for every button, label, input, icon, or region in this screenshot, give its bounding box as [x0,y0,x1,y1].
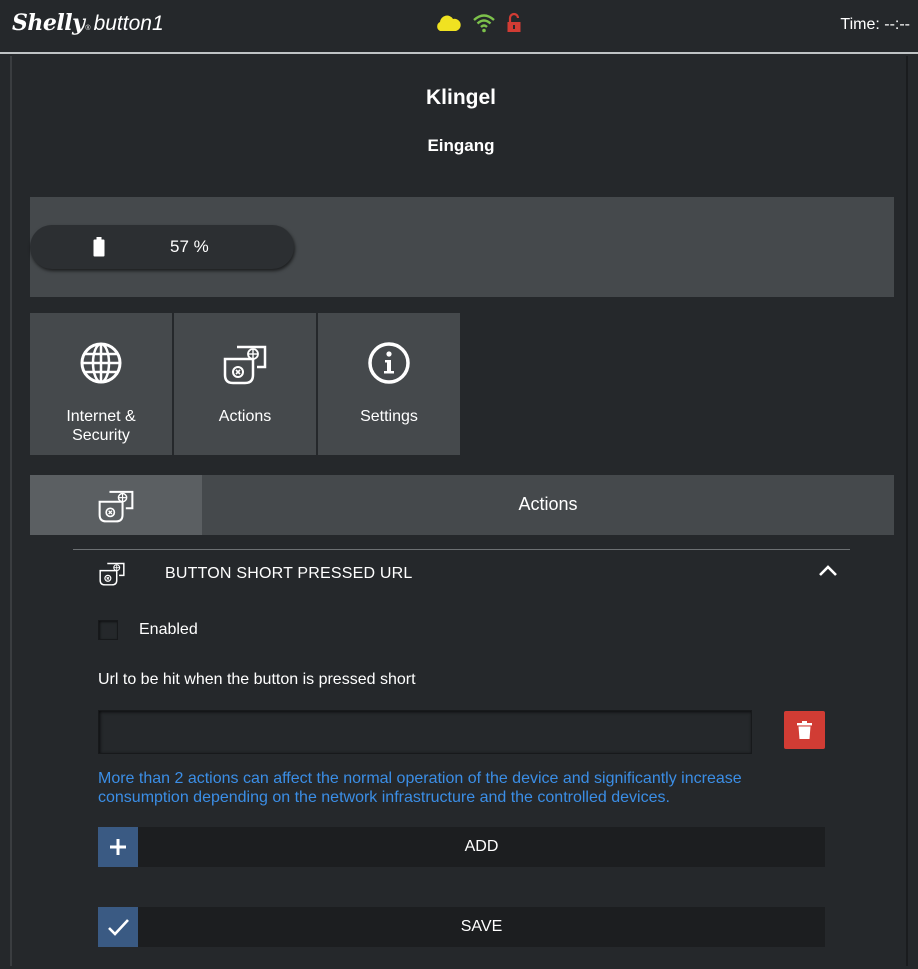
logo-brand: Shelly [12,10,85,36]
actions-icon [223,345,267,385]
battery-section: 57 % [30,197,894,297]
top-bar: Shelly ® button1 Time: --:-- [0,0,918,54]
action-panel: BUTTON SHORT PRESSED URL Enabled Url to … [73,549,850,969]
url-label: Url to be hit when the button is pressed… [98,671,416,688]
globe-icon [80,342,122,384]
cloud-icon [437,15,461,31]
actions-icon [98,490,134,523]
wifi-icon [473,14,495,33]
status-icons [434,12,522,34]
add-action-button[interactable]: ADD [98,827,825,867]
battery-icon [93,237,105,257]
battery-value: 57 % [170,237,209,256]
time-display: Time: --:-- [840,16,910,33]
main-content: Klingel Eingang 57 % Internet & Security [10,56,908,966]
enabled-row: Enabled [98,620,198,640]
action-panel-header[interactable]: BUTTON SHORT PRESSED URL [73,550,850,598]
trash-icon [797,721,812,739]
device-model: button1 [93,12,164,35]
section-icon-box [30,475,202,535]
save-icon-box [98,907,138,947]
battery-indicator: 57 % [30,225,294,269]
logo-registered-mark: ® [85,25,91,32]
section-title: Actions [518,494,578,514]
info-icon [368,342,410,384]
tile-label: Settings [360,408,418,425]
action-panel-title: BUTTON SHORT PRESSED URL [165,565,413,582]
device-name: Klingel [425,86,496,109]
tile-label: Actions [218,408,272,425]
tile-label-line2: Security [72,427,130,444]
actions-section-header: Actions [30,475,894,535]
delete-url-button[interactable] [784,711,825,749]
actions-icon [99,562,125,586]
save-button-label: SAVE [460,918,503,935]
plus-icon [110,839,126,855]
tile-label-line1: Internet & [66,408,136,425]
save-button[interactable]: SAVE [98,907,825,947]
checkmark-icon [108,919,129,936]
actions-warning: More than 2 actions can affect the norma… [98,770,742,806]
chevron-up-icon[interactable] [818,564,838,578]
tile-internet-security[interactable]: Internet & Security [30,313,172,455]
enabled-label: Enabled [139,621,198,638]
unlocked-icon [507,12,521,32]
tile-actions[interactable]: Actions [174,313,316,455]
add-icon-box [98,827,138,867]
tile-label: Internet & Security [30,407,172,445]
menu-tiles: Internet & Security Actions Settings [30,313,460,455]
enabled-checkbox[interactable] [98,620,118,640]
add-button-label: ADD [464,838,499,855]
url-input[interactable] [98,710,752,754]
shelly-logo: Shelly ® button1 [12,10,164,42]
tile-settings[interactable]: Settings [318,313,460,455]
device-room: Eingang [427,136,495,155]
